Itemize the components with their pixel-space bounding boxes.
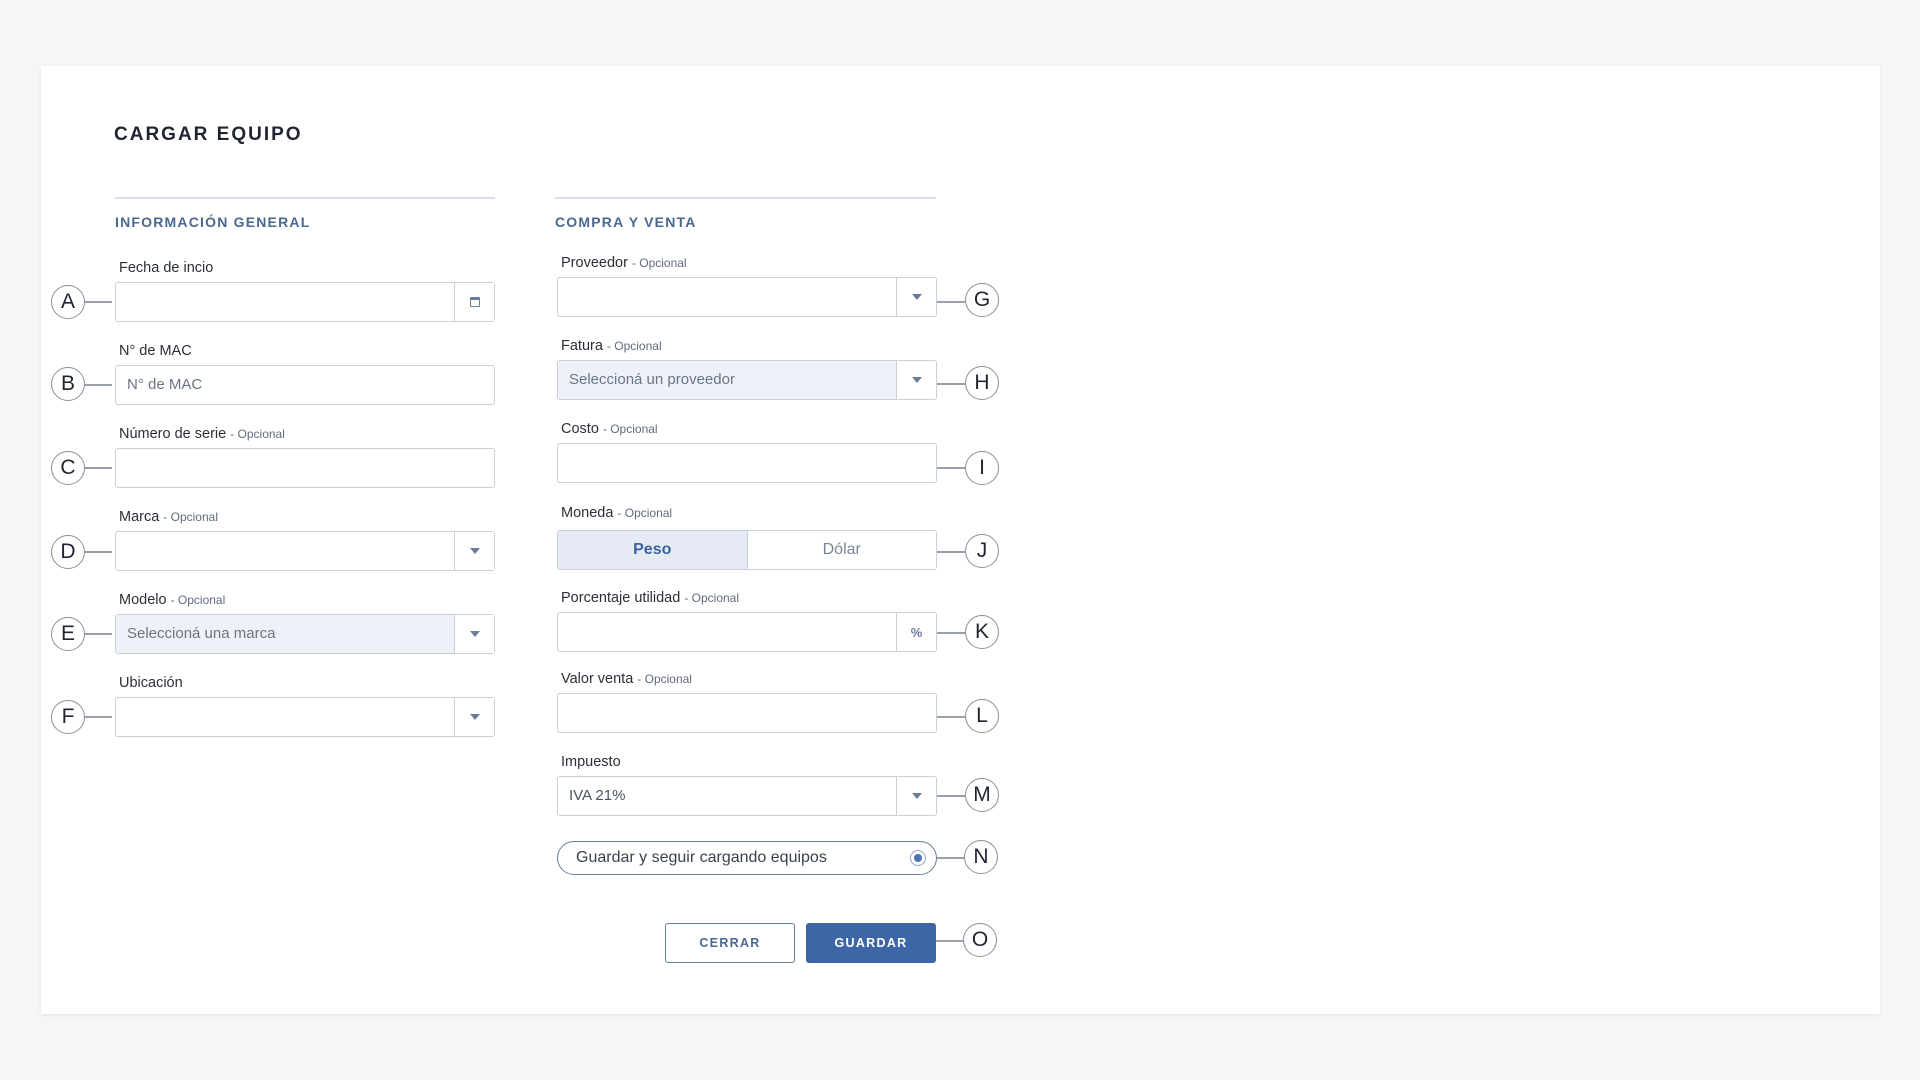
moneda-label: Moneda - Opcional — [561, 505, 673, 521]
save-button[interactable]: GUARDAR — [806, 923, 936, 963]
modelo-label: Modelo - Opcional — [119, 592, 226, 608]
chevron-down-icon — [469, 548, 480, 554]
chevron-down-icon — [911, 377, 922, 383]
section-title-general: INFORMACIÓN GENERAL — [115, 214, 311, 230]
callout-leader — [937, 716, 965, 718]
proveedor-select[interactable] — [557, 277, 937, 317]
callout-leader — [936, 940, 964, 942]
callout-marker-j: J — [965, 534, 999, 568]
callout-marker-o: O — [963, 923, 997, 957]
proveedor-label: Proveedor - Opcional — [561, 255, 687, 271]
callout-leader — [937, 551, 965, 553]
optional-tag: - Opcional — [230, 427, 285, 441]
fecha-inicio-label: Fecha de incio — [119, 260, 214, 276]
impuesto-label: Impuesto — [561, 754, 621, 770]
mac-placeholder: N° de MAC — [127, 376, 203, 393]
ubicacion-dropdown-toggle[interactable] — [454, 698, 494, 736]
fecha-inicio-input[interactable] — [115, 282, 495, 322]
callout-leader — [937, 467, 965, 469]
section-divider-general — [115, 197, 495, 199]
optional-tag: - Opcional — [631, 256, 687, 270]
callout-marker-d: D — [51, 535, 85, 569]
calendar-icon — [469, 297, 480, 307]
optional-tag: - Opcional — [170, 593, 226, 607]
callout-marker-g: G — [965, 283, 999, 317]
callout-marker-n: N — [964, 840, 998, 874]
callout-leader — [84, 633, 112, 635]
mac-label: N° de MAC — [119, 343, 192, 359]
optional-tag: - Opcional — [684, 591, 740, 605]
porcentaje-input[interactable]: % — [557, 612, 937, 652]
mac-input[interactable]: N° de MAC — [115, 365, 495, 405]
moneda-option-peso[interactable]: Peso — [558, 531, 748, 569]
optional-tag: - Opcional — [637, 672, 692, 686]
callout-leader — [84, 384, 112, 386]
modelo-dropdown-toggle[interactable] — [454, 615, 494, 653]
optional-tag: - Opcional — [606, 339, 662, 353]
keep-loading-toggle[interactable]: Guardar y seguir cargando equipos — [557, 841, 937, 875]
moneda-segmented-control: Peso Dólar — [557, 530, 937, 570]
callout-leader — [937, 795, 965, 797]
callout-leader — [84, 716, 112, 718]
ubicacion-select[interactable] — [115, 697, 495, 737]
proveedor-dropdown-toggle[interactable] — [896, 278, 936, 316]
chevron-down-icon — [469, 714, 480, 720]
fatura-label: Fatura - Opcional — [561, 338, 662, 354]
callout-leader — [937, 301, 965, 303]
chevron-down-icon — [469, 631, 480, 637]
marca-dropdown-toggle[interactable] — [454, 532, 494, 570]
fatura-dropdown-toggle[interactable] — [896, 361, 936, 399]
callout-marker-h: H — [965, 366, 999, 400]
chevron-down-icon — [911, 294, 922, 300]
radio-checked-icon[interactable] — [910, 850, 926, 866]
porcentaje-label: Porcentaje utilidad - Opcional — [561, 590, 740, 606]
percent-addon: % — [896, 613, 936, 651]
optional-tag: - Opcional — [602, 422, 658, 436]
marca-label: Marca - Opcional — [119, 509, 218, 525]
callout-leader — [84, 551, 112, 553]
optional-tag: - Opcional — [617, 506, 673, 520]
chevron-down-icon — [911, 793, 922, 799]
optional-tag: - Opcional — [163, 510, 218, 524]
callout-marker-f: F — [51, 700, 85, 734]
moneda-option-dolar[interactable]: Dólar — [747, 531, 936, 569]
modelo-select[interactable]: Seleccioná una marca — [115, 614, 495, 654]
modelo-value: Seleccioná una marca — [127, 625, 276, 642]
callout-marker-c: C — [51, 451, 85, 485]
valor-venta-label: Valor venta - Opcional — [561, 671, 692, 687]
callout-leader — [84, 301, 112, 303]
marca-select[interactable] — [115, 531, 495, 571]
costo-label: Costo - Opcional — [561, 421, 658, 437]
fatura-select[interactable]: Seleccioná un proveedor — [557, 360, 937, 400]
callout-marker-b: B — [51, 367, 85, 401]
callout-leader — [937, 383, 965, 385]
calendar-button[interactable] — [454, 283, 494, 321]
impuesto-value: IVA 21% — [569, 787, 626, 804]
callout-marker-a: A — [51, 285, 85, 319]
page-title: CARGAR EQUIPO — [114, 124, 303, 145]
impuesto-dropdown-toggle[interactable] — [896, 777, 936, 815]
callout-marker-i: I — [965, 451, 999, 485]
percent-icon: % — [910, 624, 923, 640]
ubicacion-label: Ubicación — [119, 675, 183, 691]
impuesto-select[interactable]: IVA 21% — [557, 776, 937, 816]
callout-leader — [937, 857, 965, 859]
callout-marker-l: L — [965, 699, 999, 733]
section-divider-compra — [555, 197, 936, 199]
close-button[interactable]: CERRAR — [665, 923, 795, 963]
keep-loading-label: Guardar y seguir cargando equipos — [576, 849, 827, 866]
numero-serie-input[interactable] — [115, 448, 495, 488]
callout-leader — [84, 467, 112, 469]
valor-venta-input[interactable] — [557, 693, 937, 733]
numero-serie-label: Número de serie - Opcional — [119, 426, 285, 442]
callout-leader — [937, 632, 965, 634]
callout-marker-e: E — [51, 617, 85, 651]
callout-marker-k: K — [965, 615, 999, 649]
callout-marker-m: M — [965, 778, 999, 812]
costo-input[interactable] — [557, 443, 937, 483]
section-title-compra: COMPRA Y VENTA — [555, 214, 697, 230]
fatura-value: Seleccioná un proveedor — [569, 371, 735, 388]
